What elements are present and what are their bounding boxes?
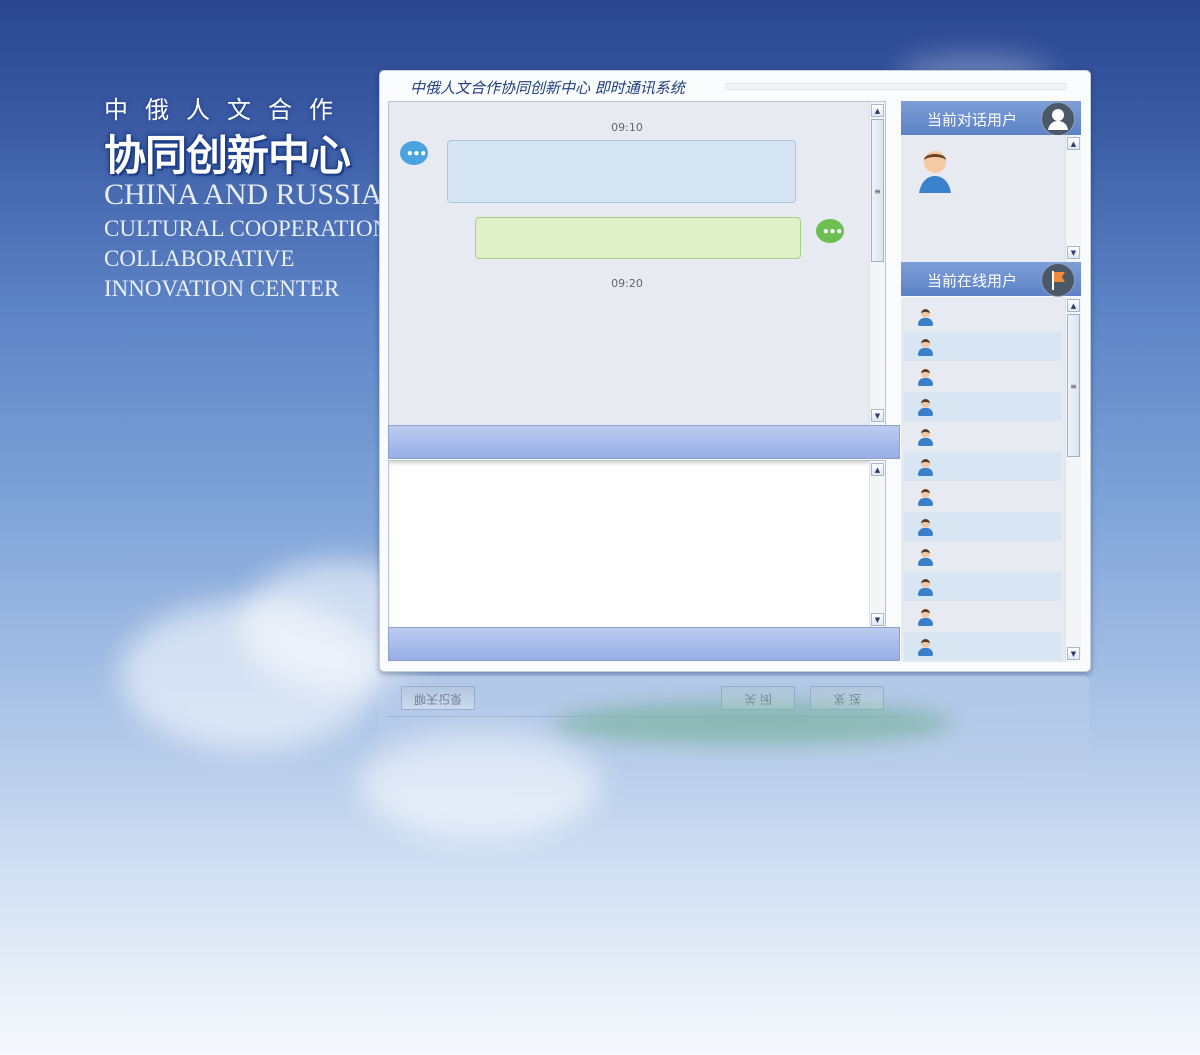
online-user-row[interactable] [904,602,1062,631]
chat-scrollbar[interactable]: ▲ ≡ ▼ [869,102,885,425]
current-user-label: 当前对话用户 [927,111,1018,129]
online-users-list: ▲ ≡ ▼ [901,297,1081,662]
online-user-row[interactable] [904,302,1062,331]
online-users-label: 当前在线用户 [927,272,1018,290]
scroll-up-button[interactable]: ▲ [1067,299,1080,312]
online-users-scrollbar[interactable]: ▲ ≡ ▼ [1065,297,1081,662]
chat-history-button: 聊天记录 [401,686,475,710]
flag-icon [1041,263,1075,297]
user-badge-icon [1041,102,1075,136]
message-input[interactable]: ▲ ▼ [388,460,886,629]
user-icon [916,548,934,566]
online-user-row[interactable] [904,512,1062,541]
incoming-message-bubble [447,140,796,203]
scroll-thumb[interactable]: ≡ [1067,314,1080,457]
scroll-down-button[interactable]: ▼ [1067,647,1080,660]
user-icon [916,458,934,476]
scroll-down-button[interactable]: ▼ [871,613,884,626]
current-user-scrollbar[interactable]: ▲ ▼ [1065,135,1081,262]
user-icon [916,428,934,446]
online-user-row[interactable] [904,362,1062,391]
online-user-row[interactable] [904,332,1062,361]
title-divider [725,83,1067,90]
online-user-row[interactable] [904,542,1062,571]
online-user-row[interactable] [904,392,1062,421]
user-icon [916,338,934,356]
user-icon [916,518,934,536]
scroll-up-button[interactable]: ▲ [1067,137,1080,150]
scroll-down-button[interactable]: ▼ [1067,246,1080,259]
user-icon [916,638,934,656]
outgoing-message-bubble [475,217,801,259]
scroll-thumb[interactable]: ≡ [871,119,884,262]
current-user-panel: ▲ ▼ [901,135,1081,262]
chat-history: 09:10 ••• ••• 09:20 ▲ ≡ ▼ [388,101,886,426]
user-icon [916,488,934,506]
brand-en-line2: CULTURAL COOPERATION [104,216,379,241]
scroll-up-button[interactable]: ▲ [871,104,884,117]
chat-bubble-icon: ••• [816,219,844,243]
online-user-row[interactable] [904,452,1062,481]
online-user-row[interactable] [904,632,1062,661]
brand-en-line1: CHINA AND RUSSIA [104,178,379,211]
user-icon [916,368,934,386]
online-user-row[interactable] [904,422,1062,451]
input-scrollbar[interactable]: ▲ ▼ [869,461,885,628]
brand-cn-big: 协同创新中心 [104,131,351,180]
online-user-row[interactable] [904,572,1062,601]
brand-cn-small: 中俄人文合作 [104,96,350,124]
current-user-avatar[interactable] [915,147,955,195]
user-icon [916,398,934,416]
current-user-header: 当前对话用户 [901,101,1081,136]
window-reflection: 聊天记录 关 闭 发 送 [379,676,1089,796]
online-user-row[interactable] [904,482,1062,511]
user-icon [916,608,934,626]
user-icon [916,308,934,326]
chat-toolbar [388,425,900,459]
scroll-up-button[interactable]: ▲ [871,463,884,476]
action-bar [388,627,900,661]
reflection-green-glow [554,701,954,746]
chat-bubble-icon: ••• [400,141,428,165]
im-window: 中俄人文合作协同创新中心 即时通讯系统 09:10 ••• ••• 09:20 … [379,70,1091,672]
brand-en-line3: COLLABORATIVE [104,246,295,271]
scroll-down-button[interactable]: ▼ [871,409,884,422]
message-timestamp: 09:20 [611,277,643,290]
online-users-header: 当前在线用户 [901,262,1081,297]
message-timestamp: 09:10 [611,121,643,134]
brand-en-line4: INNOVATION CENTER [104,276,340,301]
window-title: 中俄人文合作协同创新中心 即时通讯系统 [410,79,685,97]
brand-logo: 中俄人文合作 协同创新中心 CHINA AND RUSSIA CULTURAL … [104,90,404,306]
user-icon [916,578,934,596]
